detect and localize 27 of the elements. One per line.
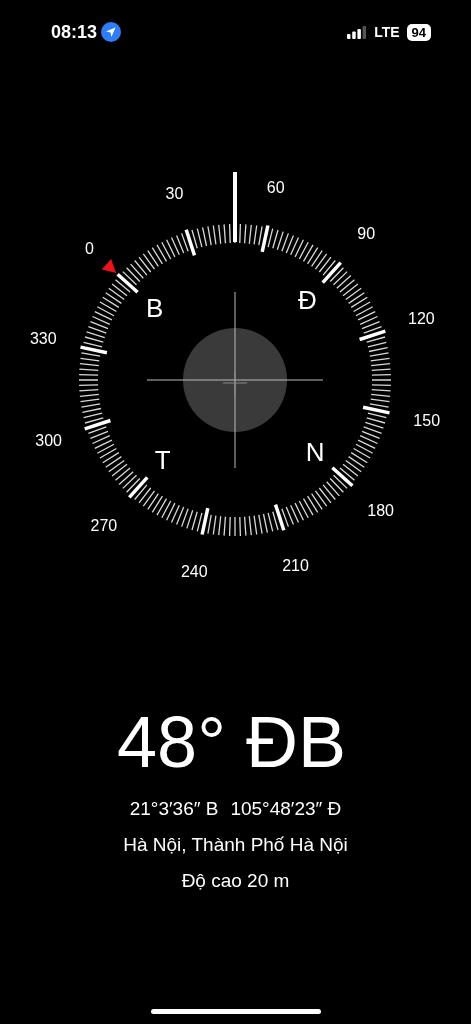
cardinal-letter: T — [154, 444, 171, 476]
heading-reading: 48° ĐB — [117, 701, 346, 784]
latitude-text: 21°3′36″ B — [129, 798, 219, 820]
degree-label: 330 — [29, 330, 57, 349]
degree-label: 30 — [165, 184, 184, 203]
battery-indicator: 94 — [406, 23, 431, 41]
location-text: Hà Nội, Thành Phố Hà Nội — [123, 834, 348, 856]
longitude-text: 105°48′23″ Đ — [230, 798, 342, 820]
network-label: LTE — [374, 24, 400, 40]
degree-label: 150 — [413, 411, 441, 430]
status-time: 08:13 — [51, 21, 98, 43]
home-indicator[interactable] — [151, 1009, 321, 1014]
degree-label: 90 — [357, 225, 376, 244]
cardinal-letter: B — [146, 292, 164, 324]
altitude-text: Độ cao 20 m — [181, 870, 290, 892]
degree-label: 210 — [282, 557, 309, 576]
degree-label: 270 — [90, 516, 118, 535]
cardinal-letter: N — [305, 436, 325, 468]
degree-label: 0 — [84, 239, 94, 258]
degree-label: 300 — [35, 431, 62, 450]
signal-icon — [347, 25, 368, 39]
north-marker-icon — [101, 259, 117, 273]
cardinal-letter: Đ — [297, 284, 317, 316]
degree-label: 60 — [266, 179, 285, 198]
degree-label: 180 — [367, 502, 394, 521]
degree-label: 120 — [408, 310, 435, 329]
degree-label: 240 — [180, 562, 208, 581]
